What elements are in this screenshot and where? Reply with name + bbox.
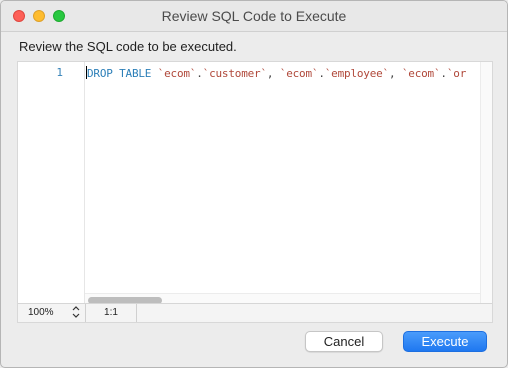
instruction-text: Review the SQL code to be executed.	[19, 39, 237, 54]
sql-identifier: `ecom`	[279, 67, 319, 80]
line-number: 1	[56, 66, 63, 79]
sql-editor[interactable]: 1 DROP TABLE `ecom`.`customer`, `ecom`.`…	[17, 61, 493, 323]
cancel-button[interactable]: Cancel	[305, 331, 383, 352]
cursor-position: 1:1	[86, 304, 137, 322]
sql-identifier: `employee`	[324, 67, 389, 80]
up-down-chevron-icon[interactable]	[72, 305, 80, 319]
review-sql-dialog: Review SQL Code to Execute Review the SQ…	[0, 0, 508, 368]
code-area[interactable]: DROP TABLE `ecom`.`customer`, `ecom`.`em…	[85, 62, 480, 305]
code-line: DROP TABLE `ecom`.`customer`, `ecom`.`em…	[86, 66, 466, 80]
sql-identifier: `ecom`	[157, 67, 197, 80]
execute-button[interactable]: Execute	[403, 331, 487, 352]
sql-identifier: `or	[446, 67, 467, 80]
window-title: Review SQL Code to Execute	[161, 8, 347, 24]
zoom-value: 100%	[28, 307, 54, 318]
vertical-scrollbar[interactable]	[480, 62, 492, 305]
editor-status-bar: 100% 1:1	[18, 303, 492, 322]
sql-punct: ,	[266, 67, 274, 80]
sql-identifier: `ecom`	[401, 67, 441, 80]
title-bar: Review SQL Code to Execute	[1, 1, 507, 32]
sql-punct: ,	[388, 67, 396, 80]
line-number-gutter: 1	[18, 62, 85, 305]
zoom-select[interactable]: 100%	[18, 304, 86, 322]
sql-keyword: DROP TABLE	[87, 67, 152, 80]
sql-identifier: `customer`	[202, 67, 267, 80]
